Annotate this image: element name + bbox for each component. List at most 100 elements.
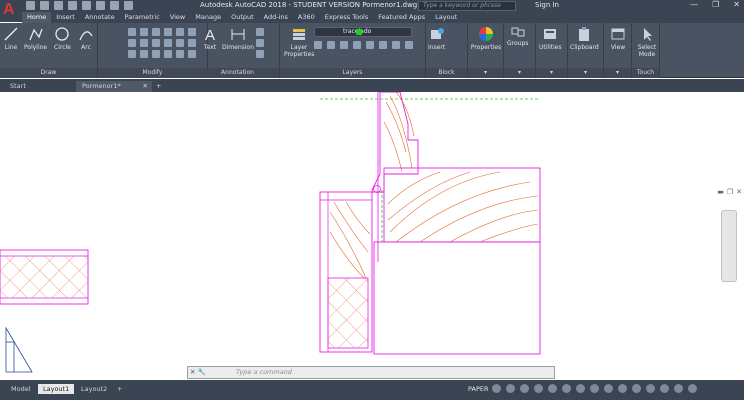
linear-dim-icon[interactable] xyxy=(256,28,264,36)
lengthen-icon[interactable] xyxy=(164,50,172,58)
restore-viewport-icon[interactable]: ❐ xyxy=(727,188,733,196)
save-icon[interactable] xyxy=(54,1,63,10)
isolate-objects-icon[interactable] xyxy=(646,384,655,393)
tab-add-ins[interactable]: Add-ins xyxy=(259,12,293,23)
tab-layout[interactable]: Layout xyxy=(430,12,462,23)
view-button[interactable]: View xyxy=(610,26,626,51)
groups-button[interactable]: Groups xyxy=(507,26,528,47)
properties-button[interactable]: Properties xyxy=(469,26,503,51)
command-input[interactable]: Type a command xyxy=(236,367,292,378)
clipboard-dropdown[interactable]: ▾ xyxy=(568,68,603,78)
tab-model[interactable]: Model xyxy=(6,384,36,394)
tab-parametric[interactable]: Parametric xyxy=(120,12,165,23)
align-icon[interactable] xyxy=(176,50,184,58)
explode-icon[interactable] xyxy=(140,39,148,47)
arc-button[interactable]: Arc xyxy=(78,26,94,51)
groups-dropdown[interactable]: ▾ xyxy=(504,68,535,78)
layer-dropdown[interactable]: tracejado xyxy=(314,27,412,37)
search-input[interactable]: Type a keyword or phrase xyxy=(418,1,516,11)
fullscreen-icon[interactable] xyxy=(674,384,683,393)
move-icon[interactable] xyxy=(128,28,136,36)
tab-featured-apps[interactable]: Featured Apps xyxy=(373,12,430,23)
select-mode-button[interactable]: Select Mode xyxy=(634,26,660,58)
lower-box[interactable] xyxy=(373,241,541,355)
close-icon[interactable]: ✕ xyxy=(733,0,740,9)
app-logo[interactable]: A xyxy=(0,0,22,22)
command-close-icon[interactable]: ✕ 🔧 xyxy=(190,367,206,378)
layer-previous-icon[interactable] xyxy=(392,41,400,49)
tab-insert[interactable]: Insert xyxy=(51,12,80,23)
snap-icon[interactable] xyxy=(506,384,515,393)
share-icon[interactable] xyxy=(124,1,133,10)
tab-close-icon[interactable]: ✕ xyxy=(143,81,148,92)
layer-lock-icon[interactable] xyxy=(353,41,361,49)
text-button[interactable]: A Text xyxy=(202,26,218,51)
copy-icon[interactable] xyxy=(176,28,184,36)
tab-express-tools[interactable]: Express Tools xyxy=(320,12,373,23)
navigation-bar[interactable] xyxy=(721,210,737,282)
match-layer-icon[interactable] xyxy=(379,41,387,49)
plot-icon[interactable] xyxy=(82,1,91,10)
open-icon[interactable] xyxy=(40,1,49,10)
paper-space-toggle[interactable]: PAPER xyxy=(468,385,489,393)
layer-properties-button[interactable]: Layer Properties xyxy=(284,26,314,58)
tab-annotate[interactable]: Annotate xyxy=(80,12,120,23)
view-dropdown[interactable]: ▾ xyxy=(604,68,631,78)
circle-button[interactable]: Circle xyxy=(54,26,71,51)
minimize-viewport-icon[interactable]: ▬ xyxy=(717,188,724,196)
edit-polyline-icon[interactable] xyxy=(188,50,196,58)
layers-panel-label[interactable]: Layers xyxy=(280,68,425,78)
tab-view[interactable]: View xyxy=(165,12,190,23)
osnap-icon[interactable] xyxy=(548,384,557,393)
draw-panel-label[interactable]: Draw xyxy=(0,68,97,78)
annotation-scale-icon[interactable] xyxy=(618,384,627,393)
hardware-acceleration-icon[interactable] xyxy=(660,384,669,393)
close-viewport-icon[interactable]: ✕ xyxy=(736,188,742,196)
layer-off-icon[interactable] xyxy=(314,41,322,49)
drawing-canvas[interactable]: ▬ ❐ ✕ xyxy=(0,91,744,380)
new-tab-button[interactable]: + xyxy=(150,81,167,92)
stretch-icon[interactable] xyxy=(152,39,160,47)
redo-icon[interactable] xyxy=(110,1,119,10)
offset-icon[interactable] xyxy=(188,39,196,47)
joint-circle[interactable] xyxy=(373,185,381,193)
tab-output[interactable]: Output xyxy=(226,12,259,23)
trim-icon[interactable] xyxy=(152,28,160,36)
layer-isolate-icon[interactable] xyxy=(327,41,335,49)
sign-in-button[interactable]: Sign In xyxy=(535,1,559,9)
frame-profile[interactable] xyxy=(371,91,419,193)
customize-icon[interactable] xyxy=(688,384,697,393)
utilities-dropdown[interactable]: ▾ xyxy=(536,68,567,78)
lineweight-icon[interactable] xyxy=(576,384,585,393)
tab-a360[interactable]: A360 xyxy=(293,12,320,23)
grid-icon[interactable] xyxy=(492,384,501,393)
scale-icon[interactable] xyxy=(164,39,172,47)
clipboard-button[interactable]: Clipboard xyxy=(570,26,599,51)
polar-icon[interactable] xyxy=(534,384,543,393)
insert-button[interactable]: Insert xyxy=(428,26,445,51)
insulation-hatch[interactable] xyxy=(327,277,369,349)
mirror-icon[interactable] xyxy=(188,28,196,36)
polyline-button[interactable]: Polyline xyxy=(24,26,47,51)
rotate-icon[interactable] xyxy=(140,28,148,36)
tab-layout1[interactable]: Layout1 xyxy=(38,384,75,394)
make-current-icon[interactable] xyxy=(366,41,374,49)
properties-dropdown[interactable]: ▾ xyxy=(468,68,503,78)
tab-start[interactable]: Start xyxy=(4,81,32,92)
save-as-icon[interactable] xyxy=(68,1,77,10)
table-icon[interactable] xyxy=(256,50,264,58)
fillet-icon[interactable] xyxy=(128,39,136,47)
leader-icon[interactable] xyxy=(256,39,264,47)
undo-icon[interactable] xyxy=(96,1,105,10)
minimize-icon[interactable]: — xyxy=(690,0,698,9)
transparency-icon[interactable] xyxy=(590,384,599,393)
modify-panel-label[interactable]: Modify xyxy=(98,68,207,78)
break-icon[interactable] xyxy=(140,50,148,58)
chamfer-icon[interactable] xyxy=(152,50,160,58)
layer-freeze-icon[interactable] xyxy=(340,41,348,49)
add-layout-button[interactable]: + xyxy=(112,384,127,394)
selection-cycling-icon[interactable] xyxy=(604,384,613,393)
restore-icon[interactable]: ❐ xyxy=(712,0,719,9)
layer-walk-icon[interactable] xyxy=(405,41,413,49)
join-icon[interactable] xyxy=(128,50,136,58)
